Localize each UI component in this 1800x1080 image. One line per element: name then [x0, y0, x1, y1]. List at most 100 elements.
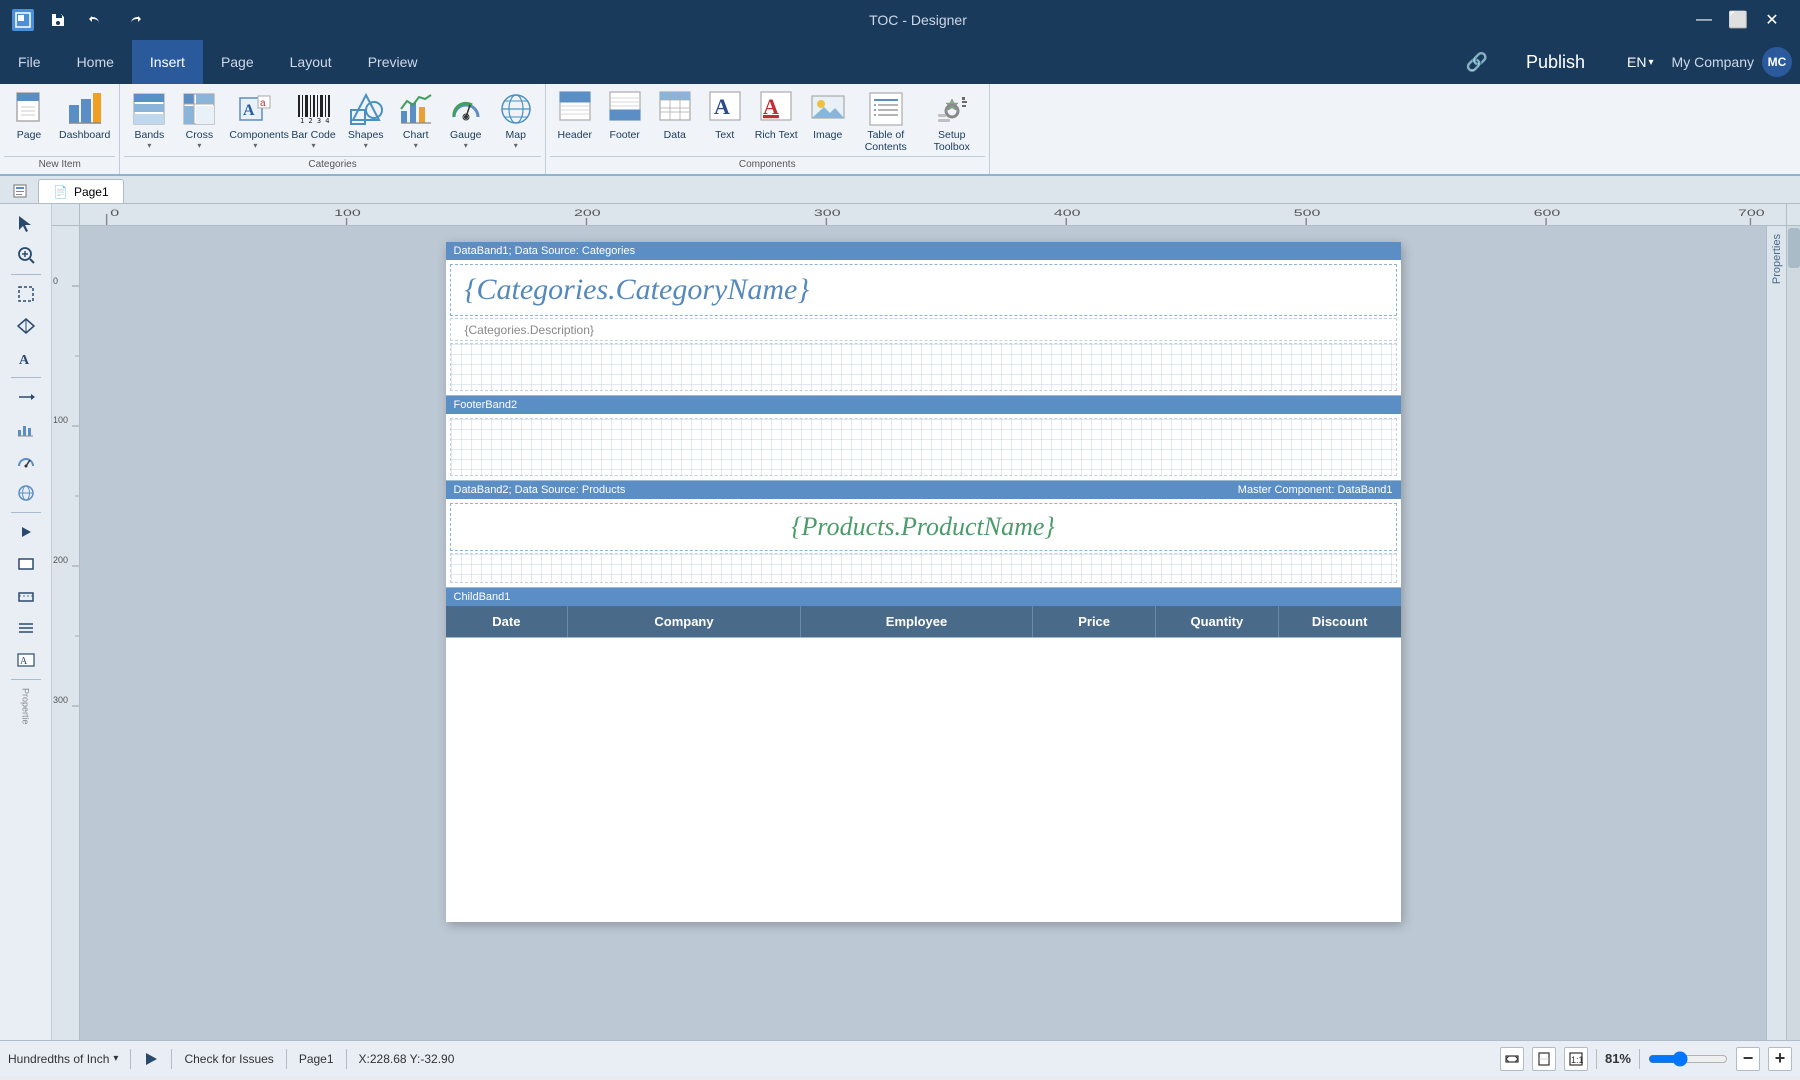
- ribbon-btn-dashboard[interactable]: Dashboard: [54, 86, 115, 142]
- shapes-arrow: ▾: [364, 141, 368, 150]
- menu-page[interactable]: Page: [203, 40, 272, 84]
- ribbon-btn-richtext[interactable]: A Rich Text: [750, 86, 803, 142]
- svg-text:A: A: [243, 102, 255, 119]
- ribbon-btn-image[interactable]: Image: [803, 86, 853, 142]
- ruler-h-svg: 0 100 200 300 400 500 600 700: [80, 204, 1786, 226]
- tool-textbox[interactable]: A: [6, 645, 46, 675]
- menu-file[interactable]: File: [0, 40, 59, 84]
- ribbon-btn-gauge[interactable]: Gauge ▾: [441, 86, 491, 151]
- zoom-out-button[interactable]: −: [1736, 1047, 1760, 1071]
- svg-text:600: 600: [1534, 208, 1561, 218]
- undo-button[interactable]: [82, 6, 110, 34]
- status-bar: Hundredths of Inch ▾ Check for Issues Pa…: [0, 1040, 1800, 1076]
- publish-button[interactable]: Publish: [1502, 40, 1609, 84]
- maximize-button[interactable]: ⬜: [1722, 6, 1754, 34]
- databand2-grid: [450, 553, 1397, 583]
- minimize-button[interactable]: —: [1688, 6, 1720, 34]
- fit-width-button[interactable]: [1500, 1047, 1524, 1071]
- zoom-controls: [1648, 1052, 1728, 1066]
- svg-text:100: 100: [53, 415, 68, 425]
- svg-text:0: 0: [53, 276, 58, 286]
- ribbon-group-newitem: Page Dashboard New Item: [0, 84, 120, 174]
- ribbon-btn-shapes[interactable]: Shapes ▾: [341, 86, 391, 151]
- ribbon-group-categories-label: Categories: [124, 156, 540, 172]
- tool-bands[interactable]: [6, 311, 46, 341]
- col-date: Date: [446, 606, 569, 637]
- tool-arrow-right[interactable]: [6, 517, 46, 547]
- databand1-header: DataBand1; Data Source: Categories: [446, 242, 1401, 260]
- check-issues-button[interactable]: Check for Issues: [184, 1052, 273, 1066]
- tool-zoom[interactable]: [6, 240, 46, 270]
- ribbon-btn-footer[interactable]: Footer: [600, 86, 650, 142]
- fit-page-button[interactable]: [1532, 1047, 1556, 1071]
- category-desc-cell[interactable]: {Categories.Description}: [450, 318, 1397, 341]
- page-tab-1[interactable]: 📄 Page1: [38, 179, 124, 203]
- tool-rect2[interactable]: [6, 581, 46, 611]
- zoom-in-button[interactable]: +: [1768, 1047, 1792, 1071]
- share-button[interactable]: 🔗: [1460, 52, 1494, 73]
- lang-label: EN: [1627, 54, 1646, 70]
- ribbon-btn-setup[interactable]: Setup Toolbox: [919, 86, 985, 154]
- ribbon-btn-data[interactable]: Data: [650, 86, 700, 142]
- title-bar: TOC - Designer — ⬜ ✕: [0, 0, 1800, 40]
- svg-text:500: 500: [1294, 208, 1321, 218]
- ribbon-btn-cross[interactable]: Cross ▾: [174, 86, 224, 151]
- col-discount: Discount: [1279, 606, 1401, 637]
- table-header-row: Date Company Employee Price Quantity Dis…: [446, 606, 1401, 637]
- scrollbar-vertical[interactable]: [1786, 226, 1800, 1040]
- tool-select[interactable]: [6, 279, 46, 309]
- footer-icon: [605, 89, 645, 129]
- tool-arrow[interactable]: [6, 382, 46, 412]
- window-controls: — ⬜ ✕: [1688, 6, 1788, 34]
- menu-preview[interactable]: Preview: [350, 40, 436, 84]
- unit-selector[interactable]: Hundredths of Inch ▾: [8, 1052, 118, 1066]
- ribbon-btn-header[interactable]: Header: [550, 86, 600, 142]
- ribbon-btn-toc[interactable]: Table of Contents: [853, 86, 919, 154]
- zoom-100-button[interactable]: 1:1: [1564, 1047, 1588, 1071]
- page-tab-label: Page1: [74, 185, 109, 199]
- tool-sep-2: [11, 377, 41, 378]
- tool-text[interactable]: A: [6, 343, 46, 373]
- gauge-arrow: ▾: [464, 141, 468, 150]
- ribbon-btn-map[interactable]: Map ▾: [491, 86, 541, 151]
- tool-chart-small[interactable]: [6, 414, 46, 444]
- map-icon: [496, 89, 536, 129]
- ribbon-btn-components[interactable]: A a Components ▾: [224, 86, 286, 151]
- menu-home[interactable]: Home: [59, 40, 132, 84]
- databand2-master-text: Master Component: DataBand1: [1238, 484, 1393, 496]
- save-button[interactable]: [44, 6, 72, 34]
- ribbon-btn-barcode[interactable]: 1 2 3 4 5 Bar Code ▾: [286, 86, 340, 151]
- svg-text:300: 300: [53, 695, 68, 705]
- ribbon-btn-page[interactable]: Page: [4, 86, 54, 142]
- shapes-label: Shapes: [348, 129, 384, 141]
- ribbon-btn-bands[interactable]: Bands ▾: [124, 86, 174, 151]
- page-list-icon[interactable]: [8, 179, 32, 203]
- scrollbar-thumb[interactable]: [1788, 228, 1800, 268]
- ribbon-btn-chart[interactable]: Chart ▾: [391, 86, 441, 151]
- tool-sep-3: [11, 512, 41, 513]
- close-button[interactable]: ✕: [1756, 6, 1788, 34]
- properties-panel-label[interactable]: Properties: [1769, 226, 1785, 292]
- zoom-slider[interactable]: [1648, 1052, 1728, 1066]
- tool-rect[interactable]: [6, 549, 46, 579]
- ribbon-btn-page-label: Page: [17, 129, 42, 141]
- tool-gauge-small[interactable]: [6, 446, 46, 476]
- ribbon-group-components-label: Components: [550, 156, 985, 172]
- menu-insert[interactable]: Insert: [132, 40, 203, 84]
- play-button[interactable]: [143, 1051, 159, 1067]
- canvas-scroll[interactable]: DataBand1; Data Source: Categories {Cate…: [80, 226, 1766, 1040]
- lang-button[interactable]: EN ▾: [1617, 50, 1663, 74]
- tool-cursor[interactable]: [6, 208, 46, 238]
- col-company: Company: [568, 606, 801, 637]
- shapes-icon: [346, 89, 386, 129]
- category-name-cell[interactable]: {Categories.CategoryName}: [450, 264, 1397, 316]
- tool-globe[interactable]: [6, 478, 46, 508]
- text-icon: A: [705, 89, 745, 129]
- redo-button[interactable]: [120, 6, 148, 34]
- product-name-cell[interactable]: {Products.ProductName}: [450, 503, 1397, 551]
- tool-lines[interactable]: [6, 613, 46, 643]
- zoom-sep-2: [1639, 1049, 1640, 1069]
- menu-layout[interactable]: Layout: [272, 40, 350, 84]
- check-label: Check for Issues: [184, 1052, 273, 1066]
- ribbon-btn-text[interactable]: A Text: [700, 86, 750, 142]
